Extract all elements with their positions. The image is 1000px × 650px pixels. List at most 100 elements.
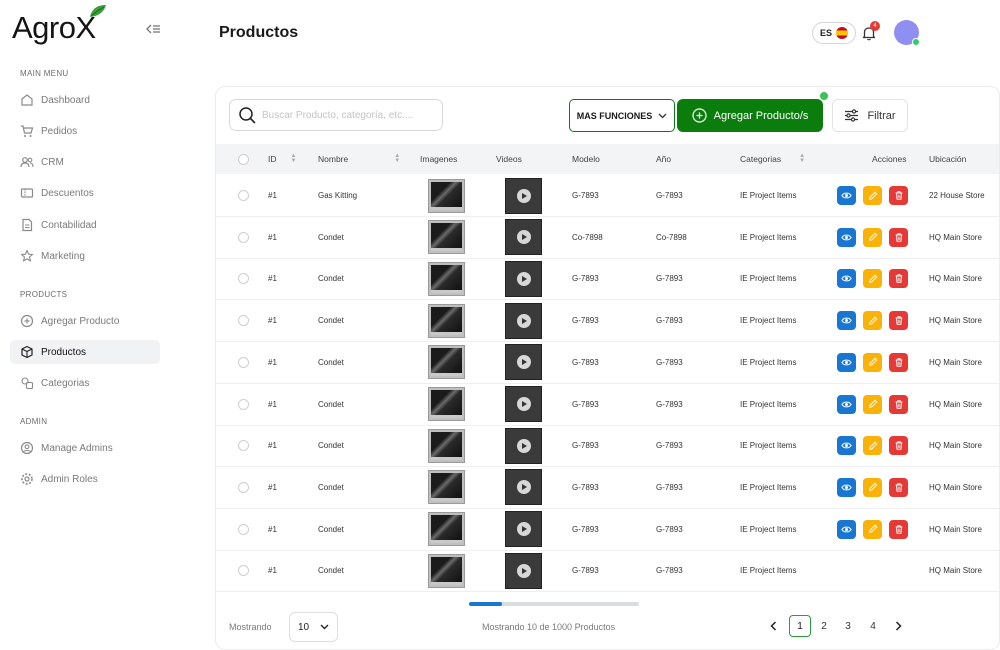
product-image-thumbnail[interactable] [428, 178, 465, 213]
product-video-thumbnail[interactable] [505, 260, 542, 297]
product-video-thumbnail[interactable] [505, 511, 542, 548]
sidebar-item-categorias[interactable]: Categorias [10, 371, 160, 395]
delete-button[interactable] [889, 311, 908, 331]
column-header-name[interactable]: Nombre ▲ ▼ [318, 144, 400, 174]
delete-button[interactable] [889, 227, 908, 247]
product-image-thumbnail[interactable] [428, 553, 465, 588]
view-button[interactable] [837, 519, 856, 539]
view-button[interactable] [837, 186, 856, 205]
prev-page-button[interactable] [762, 615, 784, 637]
language-selector[interactable]: ES [812, 22, 856, 44]
product-image-thumbnail[interactable] [428, 220, 465, 255]
scrollbar-thumb[interactable] [469, 602, 502, 606]
edit-button[interactable] [863, 394, 882, 414]
brand-logo[interactable]: AgroX [12, 5, 107, 46]
view-button[interactable] [837, 394, 856, 414]
product-video-thumbnail[interactable] [505, 219, 542, 256]
sidebar-item-productos[interactable]: Productos [10, 340, 160, 364]
view-button[interactable] [837, 269, 856, 289]
row-checkbox[interactable] [238, 356, 249, 368]
view-button[interactable] [837, 477, 856, 497]
collapse-sidebar-icon[interactable] [145, 22, 161, 36]
view-button[interactable] [837, 436, 856, 456]
sidebar-item-admin-roles[interactable]: Admin Roles [10, 467, 160, 491]
sidebar-item-marketing[interactable]: Marketing [10, 244, 160, 268]
product-image-thumbnail[interactable] [428, 470, 465, 505]
edit-button[interactable] [863, 477, 882, 497]
horizontal-scrollbar[interactable] [469, 602, 639, 606]
delete-button[interactable] [889, 477, 908, 497]
table-row[interactable]: #1 Condet G-7893 G-7893 IE Project Items HQ M… [216, 425, 999, 468]
product-video-thumbnail[interactable] [505, 177, 542, 214]
sidebar-item-pedidos[interactable]: Pedidos [10, 119, 160, 143]
product-image-thumbnail[interactable] [428, 512, 465, 547]
view-button[interactable] [837, 227, 856, 247]
product-image-thumbnail[interactable] [428, 261, 465, 296]
table-row[interactable]: #1 Condet G-7893 G-7893 IE Project Items HQ M… [216, 258, 999, 301]
more-functions-dropdown[interactable]: MAS FUNCIONES [569, 99, 675, 132]
row-checkbox[interactable] [238, 315, 249, 327]
delete-button[interactable] [889, 186, 908, 205]
user-avatar[interactable] [894, 20, 920, 46]
sidebar-item-crm[interactable]: CRM [10, 150, 160, 174]
product-video-thumbnail[interactable] [505, 386, 542, 422]
column-header-id[interactable]: ID ▲ ▼ [268, 144, 296, 174]
product-image-thumbnail[interactable] [428, 387, 465, 421]
row-checkbox[interactable] [238, 440, 249, 452]
row-checkbox[interactable] [238, 231, 249, 243]
table-row[interactable]: #1 Condet Co-7898 Co-7898 IE Project Items HQ… [216, 217, 999, 259]
edit-button[interactable] [863, 186, 882, 205]
product-video-thumbnail[interactable] [505, 344, 542, 381]
select-all-checkbox[interactable] [238, 153, 249, 165]
product-video-thumbnail[interactable] [505, 469, 542, 506]
row-checkbox[interactable] [238, 481, 249, 493]
sidebar-item-descuentos[interactable]: Descuentos [10, 181, 160, 205]
sidebar-item-agregar-producto[interactable]: Agregar Producto [10, 309, 160, 333]
delete-button[interactable] [889, 352, 908, 372]
page-button-4[interactable]: 4 [862, 615, 884, 637]
product-video-thumbnail[interactable] [505, 302, 542, 339]
row-checkbox[interactable] [238, 565, 249, 577]
column-header-category[interactable]: Categorias ▲ ▼ [740, 144, 805, 174]
notifications-button[interactable]: 4 [861, 21, 880, 41]
row-checkbox[interactable] [238, 190, 249, 201]
edit-button[interactable] [863, 436, 882, 456]
product-video-thumbnail[interactable] [505, 427, 542, 464]
sidebar-item-contabilidad[interactable]: Contabilidad [10, 213, 160, 237]
row-checkbox[interactable] [238, 398, 249, 410]
delete-button[interactable] [889, 394, 908, 414]
product-image-thumbnail[interactable] [428, 303, 465, 338]
edit-button[interactable] [863, 519, 882, 539]
product-image-thumbnail[interactable] [428, 428, 465, 463]
row-checkbox[interactable] [238, 523, 249, 535]
edit-button[interactable] [863, 311, 882, 331]
page-button-3[interactable]: 3 [837, 615, 859, 637]
row-checkbox[interactable] [238, 273, 249, 285]
filter-button[interactable]: Filtrar [832, 99, 908, 132]
page-size-select[interactable]: 10 [289, 612, 338, 642]
table-row[interactable]: #1 Condet G-7893 G-7893 IE Project Items HQ M… [216, 467, 999, 509]
add-product-button[interactable]: Agregar Producto/s [677, 91, 829, 132]
sidebar-item-dashboard[interactable]: Dashboard [10, 88, 160, 112]
edit-button[interactable] [863, 269, 882, 289]
delete-button[interactable] [889, 269, 908, 289]
next-page-button[interactable] [887, 615, 909, 637]
table-row[interactable]: #1 Condet G-7893 G-7893 IE Project Items HQ M… [216, 384, 999, 426]
table-row[interactable]: #1 Condet G-7893 G-7893 IE Project Items HQ M… [216, 342, 999, 384]
view-button[interactable] [837, 311, 856, 331]
table-row[interactable]: #1 Gas Kitting G-7893 G-7893 IE Project Item… [216, 175, 999, 217]
table-row[interactable]: #1 Condet G-7893 G-7893 IE Project Items HQ M… [216, 509, 999, 551]
sidebar-item-manage-admins[interactable]: Manage Admins [10, 436, 160, 460]
edit-button[interactable] [863, 227, 882, 247]
product-image-thumbnail[interactable] [428, 345, 465, 380]
view-button[interactable] [837, 352, 856, 372]
search-box[interactable] [229, 99, 443, 131]
delete-button[interactable] [889, 436, 908, 456]
page-button-1[interactable]: 1 [789, 615, 811, 637]
product-video-thumbnail[interactable] [505, 552, 542, 589]
search-input[interactable] [262, 109, 432, 121]
delete-button[interactable] [889, 519, 908, 539]
page-button-2[interactable]: 2 [813, 615, 835, 637]
table-row[interactable]: #1 Condet G-7893 G-7893 IE Project Items HQ M… [216, 550, 999, 593]
edit-button[interactable] [863, 352, 882, 372]
